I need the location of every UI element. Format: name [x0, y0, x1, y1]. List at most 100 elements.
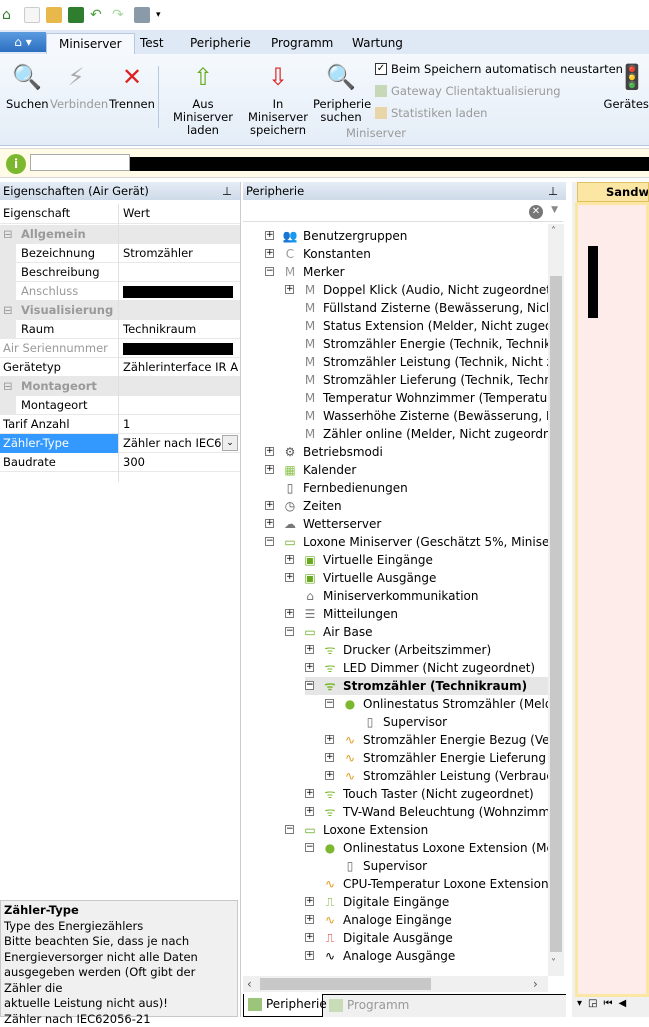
- expand-icon[interactable]: +: [265, 249, 274, 258]
- new-icon[interactable]: [24, 7, 40, 23]
- statistiken-button[interactable]: Statistiken laden: [375, 106, 487, 120]
- expand-icon[interactable]: +: [285, 285, 294, 294]
- tree-item[interactable]: MStromzähler Leistung (Technik, Nicht zu…: [285, 353, 548, 371]
- tree-item[interactable]: +⚙Betriebsmodi: [265, 443, 383, 461]
- property-row[interactable]: Montageort: [0, 396, 240, 415]
- tree-filter-input[interactable]: ✕ ▼: [243, 202, 563, 222]
- expand-icon[interactable]: +: [305, 645, 314, 654]
- pin-icon[interactable]: ⊥: [548, 182, 558, 200]
- collapse-icon[interactable]: −: [305, 681, 314, 690]
- tab-test[interactable]: Test: [128, 33, 176, 55]
- expand-icon[interactable]: +: [285, 609, 294, 618]
- property-category[interactable]: ⊟Montageort: [0, 377, 240, 396]
- tab-wartung[interactable]: Wartung: [340, 33, 415, 55]
- tree-item[interactable]: +∿Analoge Eingänge: [305, 911, 452, 929]
- collapse-icon[interactable]: ⊟: [3, 225, 13, 244]
- property-row[interactable]: Beschreibung: [0, 263, 240, 282]
- scroll-right-icon[interactable]: ›: [533, 977, 538, 991]
- tree-item[interactable]: +ᯤTouch Taster (Nicht zugeordnet): [305, 785, 534, 803]
- tree-item[interactable]: ∿CPU-Temperatur Loxone Extension (Über): [305, 875, 548, 893]
- tree-item[interactable]: +∿Analoge Ausgänge: [305, 947, 455, 965]
- tree-item[interactable]: ⌂Miniserverkommunikation: [285, 587, 478, 605]
- property-row[interactable]: Anschluss: [0, 282, 240, 301]
- tree-item[interactable]: MStromzähler Lieferung (Technik, Technik…: [285, 371, 548, 389]
- expand-icon[interactable]: +: [305, 897, 314, 906]
- tree-item[interactable]: +◷Zeiten: [265, 497, 342, 515]
- expand-icon[interactable]: +: [285, 573, 294, 582]
- tree-item[interactable]: −●Onlinestatus Stromzähler (Melder, Nich…: [325, 695, 548, 713]
- vertical-scrollbar[interactable]: ˄ ˅: [548, 224, 564, 976]
- tab-peripherie[interactable]: Peripherie: [178, 33, 263, 55]
- expand-icon[interactable]: +: [305, 789, 314, 798]
- undo-icon[interactable]: ↶: [90, 7, 106, 23]
- expand-icon[interactable]: +: [285, 555, 294, 564]
- expand-icon[interactable]: +: [305, 915, 314, 924]
- tree-item[interactable]: MFüllstand Zisterne (Bewässerung, Nicht …: [285, 299, 548, 317]
- clear-filter-icon[interactable]: ✕: [529, 205, 543, 219]
- property-category[interactable]: ⊟Allgemein: [0, 225, 240, 244]
- scroll-down-icon[interactable]: ˅: [551, 958, 556, 969]
- tree-item[interactable]: −ᯤStromzähler (Technikraum): [305, 677, 548, 695]
- expand-icon[interactable]: +: [265, 465, 274, 474]
- trennen-button[interactable]: ✕ Trennen: [108, 60, 156, 111]
- save-icon[interactable]: [68, 7, 84, 23]
- open-icon[interactable]: [46, 7, 62, 23]
- tree-item[interactable]: MTemperatur Wohnzimmer (Temperatur, Wohn…: [285, 389, 548, 407]
- expand-icon[interactable]: +: [325, 735, 334, 744]
- program-canvas[interactable]: [575, 202, 649, 997]
- in-miniserver-speichern-button[interactable]: ⇩ In Miniserverspeichern: [243, 60, 313, 137]
- tree-item[interactable]: +CKonstanten: [265, 245, 371, 263]
- expand-icon[interactable]: +: [325, 771, 334, 780]
- property-row[interactable]: Baudrate300: [0, 453, 240, 472]
- chevron-down-icon[interactable]: ⌄: [222, 435, 238, 451]
- tree-item[interactable]: MZähler online (Melder, Nicht zugeordnet…: [285, 425, 548, 443]
- tree-item[interactable]: −▭Loxone Extension: [285, 821, 428, 839]
- document-tab[interactable]: Sandweg: [577, 182, 649, 202]
- collapse-icon[interactable]: ⊟: [3, 377, 13, 396]
- verbinden-button[interactable]: ⚡ Verbinden: [50, 60, 102, 111]
- tree-item[interactable]: +ᯤTV-Wand Beleuchtung (Wohnzimmer): [305, 803, 548, 821]
- pin-icon[interactable]: ⊥: [222, 182, 232, 200]
- property-row[interactable]: RaumTechnikraum: [0, 320, 240, 339]
- tree-item[interactable]: −▭Air Base: [285, 623, 373, 641]
- scrollbar-thumb[interactable]: [260, 978, 431, 990]
- tree-item[interactable]: +👥Benutzergruppen: [265, 227, 407, 245]
- property-row[interactable]: BezeichnungStromzähler: [0, 244, 240, 263]
- gateway-button[interactable]: Gateway Clientaktualisierung: [375, 84, 561, 98]
- geraetestatus-button[interactable]: 🚦 Gerätesta: [602, 60, 649, 111]
- home-icon[interactable]: ⌂: [2, 7, 18, 23]
- expand-icon[interactable]: +: [265, 501, 274, 510]
- info-input[interactable]: [30, 154, 130, 171]
- tab-programm-bottom[interactable]: Programm: [327, 995, 407, 1017]
- expand-icon[interactable]: +: [305, 663, 314, 672]
- collapse-icon[interactable]: ⊟: [3, 301, 13, 320]
- tree-item[interactable]: −▭Loxone Miniserver (Geschätzt 5%, Minis…: [265, 533, 548, 551]
- property-row[interactable]: Tarif Anzahl1: [0, 415, 240, 434]
- tree-item[interactable]: ▯Supervisor: [345, 713, 447, 731]
- auto-restart-checkbox[interactable]: ✓ Beim Speichern automatisch neustarten: [375, 62, 623, 76]
- scroll-up-icon[interactable]: ˄: [551, 226, 556, 237]
- print-icon[interactable]: [134, 7, 150, 23]
- tree-item[interactable]: MStatus Extension (Melder, Nicht zugeord…: [285, 317, 548, 335]
- tab-programm[interactable]: Programm: [259, 33, 345, 55]
- property-value[interactable]: Zähler nach IEC62056-21: [123, 434, 221, 453]
- tree-item[interactable]: +☰Mitteilungen: [285, 605, 398, 623]
- tree-item[interactable]: +☁Wetterserver: [265, 515, 381, 533]
- tree-item[interactable]: +▦Kalender: [265, 461, 356, 479]
- expand-icon[interactable]: +: [325, 753, 334, 762]
- expand-icon[interactable]: +: [265, 447, 274, 456]
- tree-item[interactable]: ▯Fernbedienungen: [265, 479, 408, 497]
- collapse-icon[interactable]: −: [265, 537, 274, 546]
- expand-icon[interactable]: +: [305, 807, 314, 816]
- tree-item[interactable]: +⎍Digitale Eingänge: [305, 893, 449, 911]
- tree-item[interactable]: +∿Stromzähler Leistung (Verbraucher): [325, 767, 548, 785]
- property-row[interactable]: Air Seriennummer: [0, 339, 240, 358]
- horizontal-scrollbar[interactable]: ‹ ›: [243, 976, 548, 992]
- tree-item[interactable]: MWasserhöhe Zisterne (Bewässerung, Nicht…: [285, 407, 548, 425]
- tree-item[interactable]: +⎍Digitale Ausgänge: [305, 929, 453, 947]
- tree-item[interactable]: +∿Stromzähler Energie Bezug (Verbraucher…: [325, 731, 548, 749]
- collapse-icon[interactable]: −: [265, 267, 274, 276]
- tab-miniserver[interactable]: Miniserver: [46, 33, 135, 55]
- expand-icon[interactable]: +: [265, 519, 274, 528]
- collapse-icon[interactable]: −: [325, 699, 334, 708]
